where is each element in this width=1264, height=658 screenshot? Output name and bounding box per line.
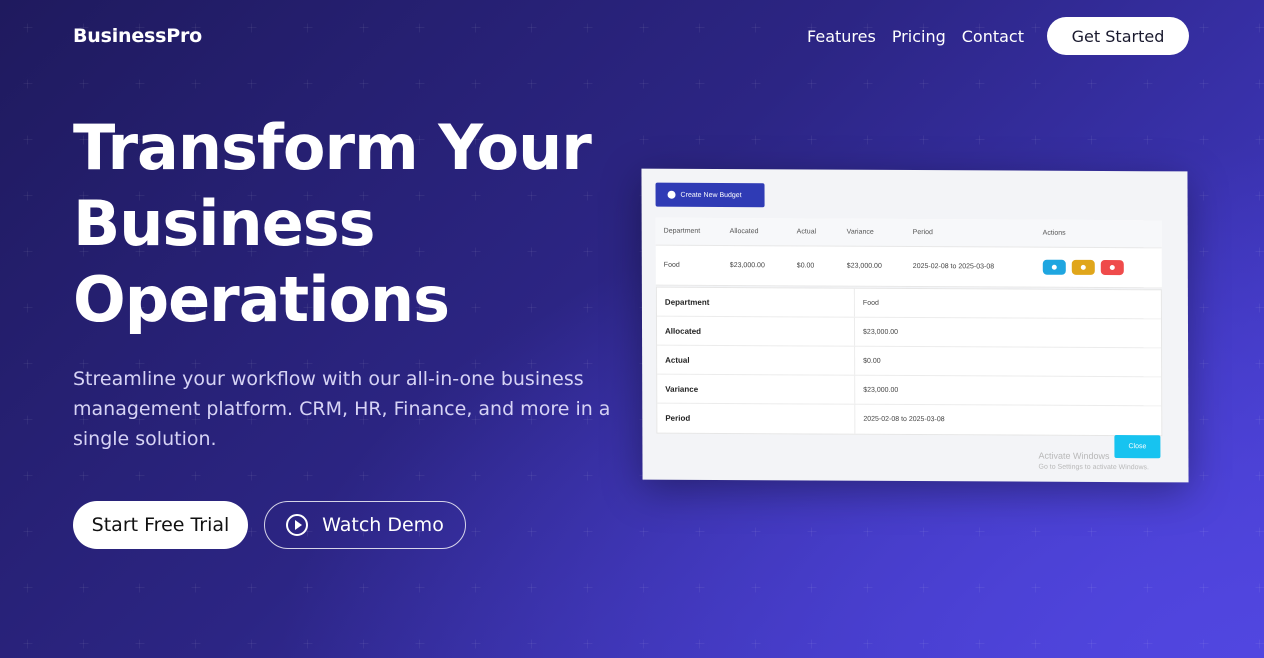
cell-period: 2025-02-08 to 2025-03-08: [912, 262, 995, 271]
close-button: Close: [1114, 435, 1161, 459]
watch-demo-label: Watch Demo: [322, 514, 444, 536]
nav-link-contact[interactable]: Contact: [962, 27, 1024, 46]
detail-key: Allocated: [656, 316, 856, 346]
cell-actual: $0.00: [796, 262, 815, 270]
detail-key: Department: [656, 287, 855, 317]
header-actual: Actual: [796, 228, 817, 236]
header-period: Period: [912, 228, 933, 237]
hero-title-line-1: Transform Your: [73, 111, 592, 184]
top-nav: BusinessPro Features Pricing Contact Get…: [73, 17, 1189, 55]
detail-row: Actual $0.00: [657, 345, 1162, 378]
detail-value: Food: [862, 299, 879, 307]
watermark-line-2: Go to Settings to activate Windows.: [1038, 463, 1150, 472]
table-header: Department Allocated Actual Variance Per…: [655, 217, 1162, 249]
detail-key: Actual: [657, 345, 856, 375]
create-new-budget-button: Create New Budget: [655, 182, 765, 208]
budget-detail-panel: Department Food Allocated $23,000.00 Act…: [655, 286, 1163, 437]
trash-icon: [1100, 259, 1124, 276]
hero-title: Transform Your Business Operations: [73, 110, 633, 338]
nav-link-pricing[interactable]: Pricing: [892, 27, 946, 46]
detail-key: Period: [657, 403, 856, 434]
get-started-button[interactable]: Get Started: [1047, 17, 1189, 55]
detail-value: 2025-02-08 to 2025-03-08: [863, 415, 945, 424]
play-icon: [286, 514, 309, 536]
pencil-icon: [1071, 259, 1095, 275]
detail-value: $23,000.00: [863, 328, 899, 336]
eye-icon: [1042, 259, 1066, 275]
start-free-trial-button[interactable]: Start Free Trial: [73, 501, 248, 549]
table-row: Food $23,000.00 $0.00 $23,000.00 2025-02…: [655, 245, 1162, 289]
detail-row: Variance $23,000.00: [657, 374, 1162, 407]
hero-cta-row: Start Free Trial Watch Demo: [73, 501, 466, 549]
header-variance: Variance: [846, 228, 874, 236]
hero-subtitle: Streamline your workflow with our all-in…: [73, 368, 611, 450]
brand-logo[interactable]: BusinessPro: [73, 25, 202, 47]
detail-row: Department Food: [656, 287, 1161, 320]
cell-variance: $23,000.00: [846, 262, 882, 270]
nav-links: Features Pricing Contact Get Started: [791, 17, 1189, 55]
hero-title-line-2: Business: [73, 187, 376, 260]
plus-circle-icon: [667, 190, 676, 199]
cell-allocated: $23,000.00: [729, 262, 765, 270]
product-screenshot: Create New Budget Department Allocated A…: [641, 168, 1189, 483]
hero-title-line-3: Operations: [73, 263, 450, 336]
cell-actions: [1042, 259, 1162, 276]
detail-value: $0.00: [863, 357, 881, 365]
budget-table: Department Allocated Actual Variance Per…: [655, 217, 1162, 289]
watch-demo-button[interactable]: Watch Demo: [264, 501, 466, 549]
create-new-budget-label: Create New Budget: [680, 191, 742, 199]
header-allocated: Allocated: [729, 228, 759, 236]
header-actions: Actions: [1042, 229, 1066, 237]
detail-row: Allocated $23,000.00: [656, 316, 1162, 349]
detail-row: Period 2025-02-08 to 2025-03-08: [657, 403, 1161, 436]
detail-value: $23,000.00: [863, 386, 899, 394]
cell-department: Food: [663, 261, 680, 269]
header-department: Department: [663, 227, 701, 235]
nav-link-features[interactable]: Features: [807, 27, 876, 46]
detail-key: Variance: [657, 374, 856, 404]
